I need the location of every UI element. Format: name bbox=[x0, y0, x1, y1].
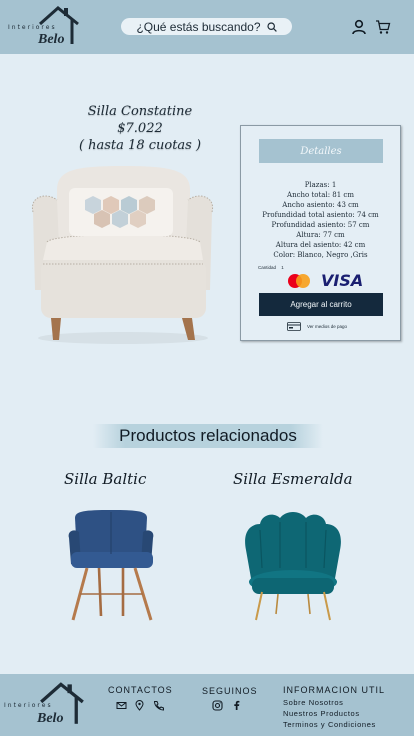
cart-icon[interactable] bbox=[375, 19, 391, 35]
spec-line: Altura: 77 cm bbox=[296, 231, 345, 239]
related-item-name[interactable]: Silla Baltic bbox=[64, 470, 146, 488]
product-image-silla-esmeralda[interactable] bbox=[238, 510, 348, 624]
footer-logo[interactable]: Interiores Belo bbox=[4, 680, 88, 730]
details-panel: Detalles Plazas: 1 Ancho total: 81 cm An… bbox=[240, 125, 401, 341]
quantity-label: Cantidad bbox=[258, 265, 277, 270]
payment-methods-link[interactable]: Ver medios de pago bbox=[287, 322, 347, 331]
search-bar[interactable]: ¿Qué estás buscando? bbox=[121, 18, 292, 35]
info-title: INFORMACION UTIL bbox=[283, 685, 386, 695]
quantity-field[interactable]: Cantidad 1 bbox=[258, 265, 284, 270]
mastercard-icon-overlay bbox=[296, 274, 310, 288]
search-input[interactable]: ¿Qué estás buscando? bbox=[136, 20, 260, 34]
quantity-value[interactable]: 1 bbox=[281, 265, 284, 270]
logo-text-interiores: Interiores bbox=[4, 702, 53, 709]
spec-line: Ancho total: 81 cm bbox=[287, 191, 354, 199]
follow-title: SEGUINOS bbox=[202, 686, 258, 696]
details-button[interactable]: Detalles bbox=[259, 139, 383, 163]
footer-link-nuestros-productos[interactable]: Nuestros Productos bbox=[283, 708, 376, 719]
logo-text-interiores: Interiores bbox=[8, 24, 57, 31]
product-specs: Plazas: 1 Ancho total: 81 cm Ancho asien… bbox=[241, 180, 400, 260]
payment-methods-label[interactable]: Ver medios de pago bbox=[307, 324, 347, 329]
spec-line: Profundidad total asiento: 74 cm bbox=[262, 211, 379, 219]
product-image-silla-baltic[interactable] bbox=[65, 508, 160, 624]
phone-icon[interactable] bbox=[153, 700, 164, 711]
location-pin-icon[interactable] bbox=[134, 700, 145, 711]
product-image-silla-constatine bbox=[31, 166, 214, 344]
header: Interiores Belo ¿Qué estás buscando? bbox=[0, 0, 414, 54]
visa-logo: VISA bbox=[321, 271, 364, 290]
info-links: Sobre Nosotros Nuestros Productos Termin… bbox=[283, 697, 376, 730]
spec-line: Altura del asiento: 42 cm bbox=[275, 241, 366, 249]
user-icon[interactable] bbox=[351, 19, 367, 35]
facebook-icon[interactable] bbox=[231, 700, 242, 711]
spec-line: Color: Blanco, Negro ,Gris bbox=[273, 251, 368, 259]
contacts-title: CONTACTOS bbox=[108, 685, 173, 695]
credit-card-icon bbox=[287, 322, 301, 331]
product-installments: ( hasta 18 cuotas ) bbox=[78, 138, 202, 153]
footer-link-terminos[interactable]: Terminos y Condiciones bbox=[283, 719, 376, 730]
search-icon[interactable] bbox=[266, 21, 277, 32]
spec-line: Profundidad asiento: 57 cm bbox=[271, 221, 370, 229]
logo-text-belo: Belo bbox=[38, 32, 65, 47]
logo[interactable]: Interiores Belo bbox=[8, 4, 82, 48]
related-item-name[interactable]: Silla Esmeralda bbox=[233, 470, 353, 488]
related-products-title: Productos relacionados bbox=[93, 424, 323, 448]
add-to-cart-button[interactable]: Agregar al carrito bbox=[259, 293, 383, 316]
instagram-icon[interactable] bbox=[212, 700, 223, 711]
spec-line: Plazas: 1 bbox=[304, 181, 337, 189]
spec-line: Ancho asiento: 43 cm bbox=[282, 201, 359, 209]
footer: Interiores Belo CONTACTOS SEGUINOS INFOR… bbox=[0, 674, 414, 736]
logo-text-belo: Belo bbox=[37, 711, 64, 726]
mail-icon[interactable] bbox=[116, 700, 127, 711]
product-name: Silla Constatine bbox=[87, 104, 193, 119]
product-price: $7.022 bbox=[117, 121, 163, 136]
footer-link-sobre-nosotros[interactable]: Sobre Nosotros bbox=[283, 697, 376, 708]
